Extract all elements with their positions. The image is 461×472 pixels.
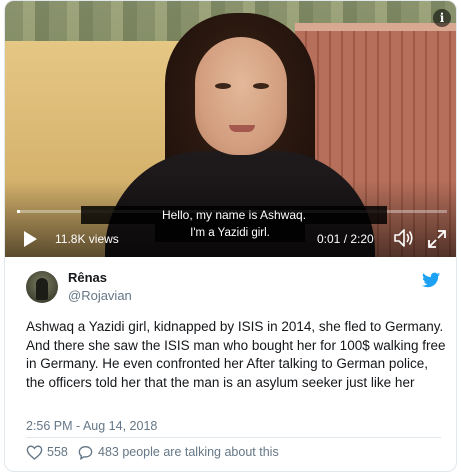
video-person-eye	[215, 83, 231, 89]
video-person-face	[195, 37, 287, 155]
tweet-text: Ashwaq a Yazidi girl, kidnapped by ISIS …	[26, 319, 446, 390]
video-subtitle-line: Hello, my name is Ashwaq.	[81, 206, 387, 224]
heart-icon	[26, 445, 43, 460]
conversation-link[interactable]: 483 people are talking about this	[77, 443, 279, 461]
fullscreen-icon[interactable]	[427, 229, 447, 249]
volume-icon[interactable]	[393, 228, 415, 248]
view-count: 11.8K views	[55, 232, 119, 246]
info-icon[interactable]: i	[433, 9, 451, 27]
video-time: 0:01 / 2:20	[317, 232, 374, 246]
avatar[interactable]	[26, 271, 58, 303]
twitter-bird-icon[interactable]	[422, 272, 440, 288]
play-icon[interactable]	[21, 230, 39, 248]
video-player[interactable]: i Hello, my name is Ashwaq. I'm a Yazidi…	[5, 1, 456, 257]
tweet-card: i Hello, my name is Ashwaq. I'm a Yazidi…	[4, 0, 457, 472]
avatar-figure	[36, 278, 48, 300]
video-subtitle-line: I'm a Yazidi girl.	[155, 224, 305, 242]
like-count: 558	[47, 445, 68, 459]
display-name[interactable]: Rênas	[68, 270, 107, 285]
video-person-mouth	[229, 125, 255, 132]
video-person-eye	[253, 83, 269, 89]
user-handle[interactable]: @Rojavian	[68, 288, 132, 303]
tweet-timestamp[interactable]: 2:56 PM - Aug 14, 2018	[26, 419, 157, 433]
like-button[interactable]: 558	[26, 443, 68, 461]
divider	[26, 437, 441, 438]
video-progress-fill	[17, 210, 20, 213]
speech-bubble-icon	[78, 445, 93, 460]
talking-count: 483 people are talking about this	[98, 445, 279, 459]
